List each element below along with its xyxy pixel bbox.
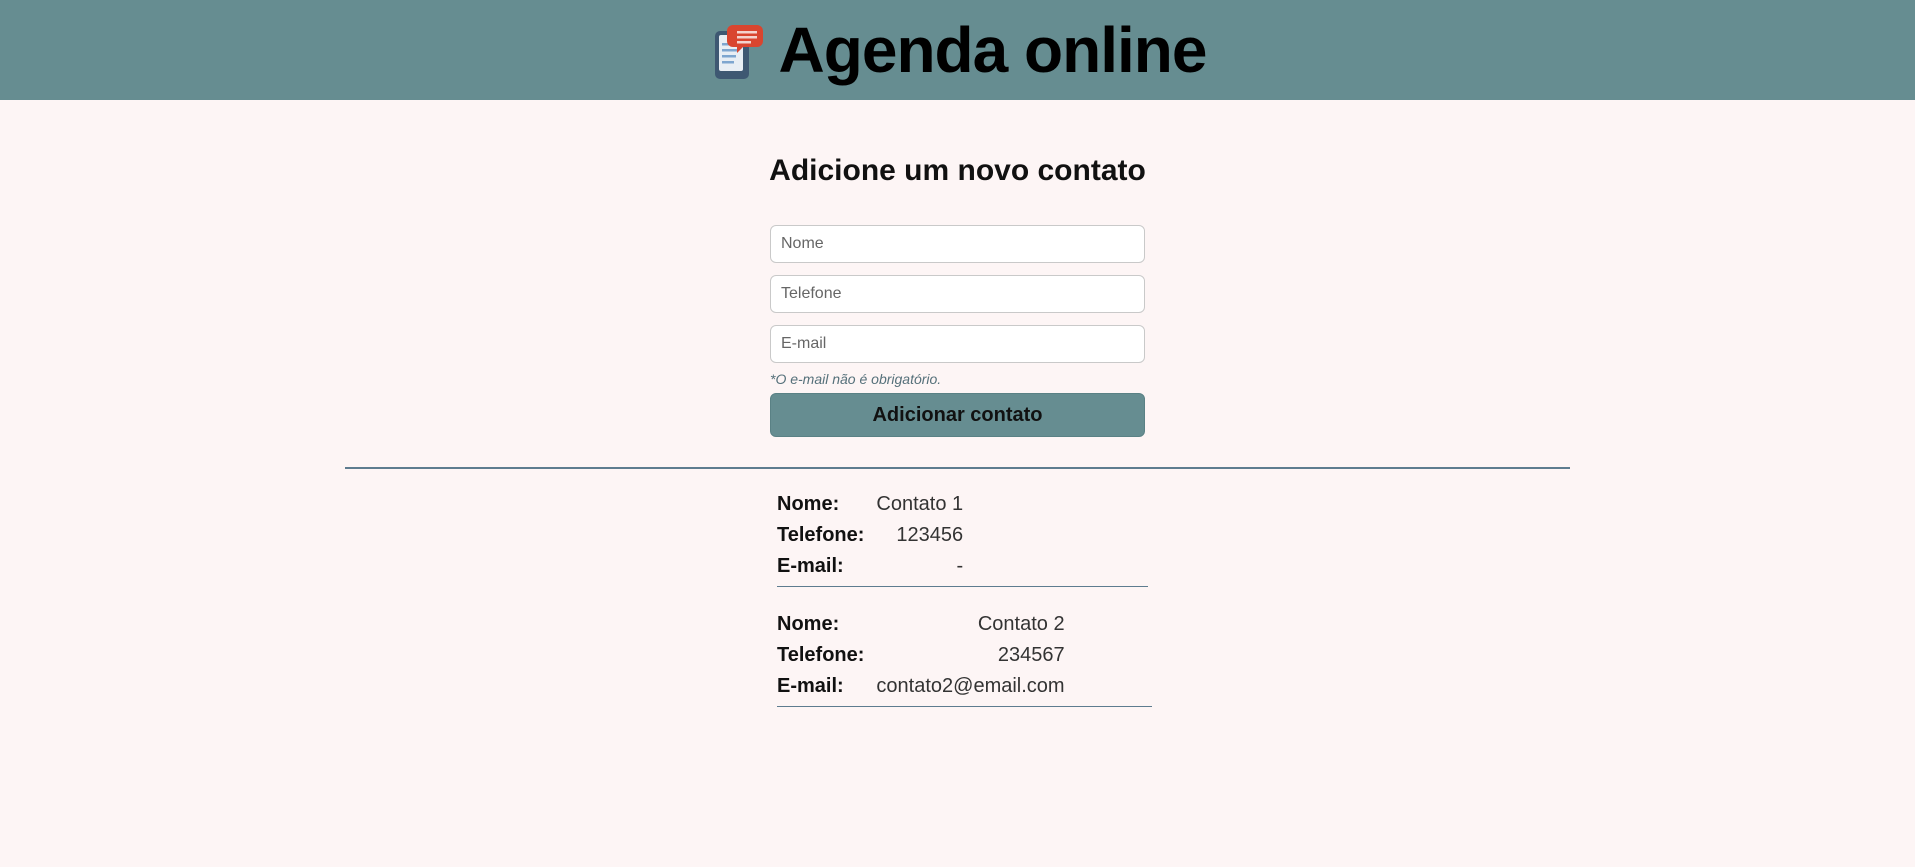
contact-name-row: Nome: Contato 2 (777, 609, 1065, 640)
contact-name: Contato 2 (977, 613, 1065, 635)
contact-email: contato2@email.com (876, 675, 1065, 697)
contact-email-row: E-mail: contato2@email.com (777, 671, 1065, 702)
email-optional-note: *O e-mail não é obrigatório. (770, 371, 942, 387)
phone-label: Telefone: (777, 644, 865, 666)
email-input[interactable] (770, 325, 1145, 363)
contact-phone: 123456 (896, 524, 964, 546)
form-title: Adicione um novo contato (769, 154, 1146, 187)
contact-email-row: E-mail: - (777, 551, 963, 582)
phone-input[interactable] (770, 275, 1145, 313)
name-label: Nome: (777, 493, 840, 515)
contact-phone: 234567 (997, 644, 1065, 666)
app-header: Agenda online (0, 0, 1915, 100)
contact-phone-row: Telefone: 234567 (777, 640, 1065, 671)
notebook-icon (714, 25, 763, 79)
add-contact-form: *O e-mail não é obrigatório. Adicionar c… (770, 225, 1145, 437)
email-label: E-mail: (777, 675, 844, 697)
app-title: Agenda online (778, 14, 1208, 86)
contact-table: Nome: Contato 1 Telefone: 123456 E-mail:… (777, 489, 963, 582)
phone-label: Telefone: (777, 524, 865, 546)
section-divider (345, 467, 1570, 469)
add-contact-button[interactable]: Adicionar contato (770, 393, 1145, 437)
name-label: Nome: (777, 613, 840, 635)
contact-email: - (956, 555, 964, 577)
email-label: E-mail: (777, 555, 844, 577)
contact-phone-row: Telefone: 123456 (777, 520, 963, 551)
contact-table: Nome: Contato 2 Telefone: 234567 E-mail:… (777, 609, 1065, 702)
contact-name: Contato 1 (876, 493, 964, 515)
contact-card: Nome: Contato 2 Telefone: 234567 E-mail:… (777, 609, 1152, 707)
name-input[interactable] (770, 225, 1145, 263)
contact-card: Nome: Contato 1 Telefone: 123456 E-mail:… (777, 489, 1148, 587)
contact-name-row: Nome: Contato 1 (777, 489, 963, 520)
